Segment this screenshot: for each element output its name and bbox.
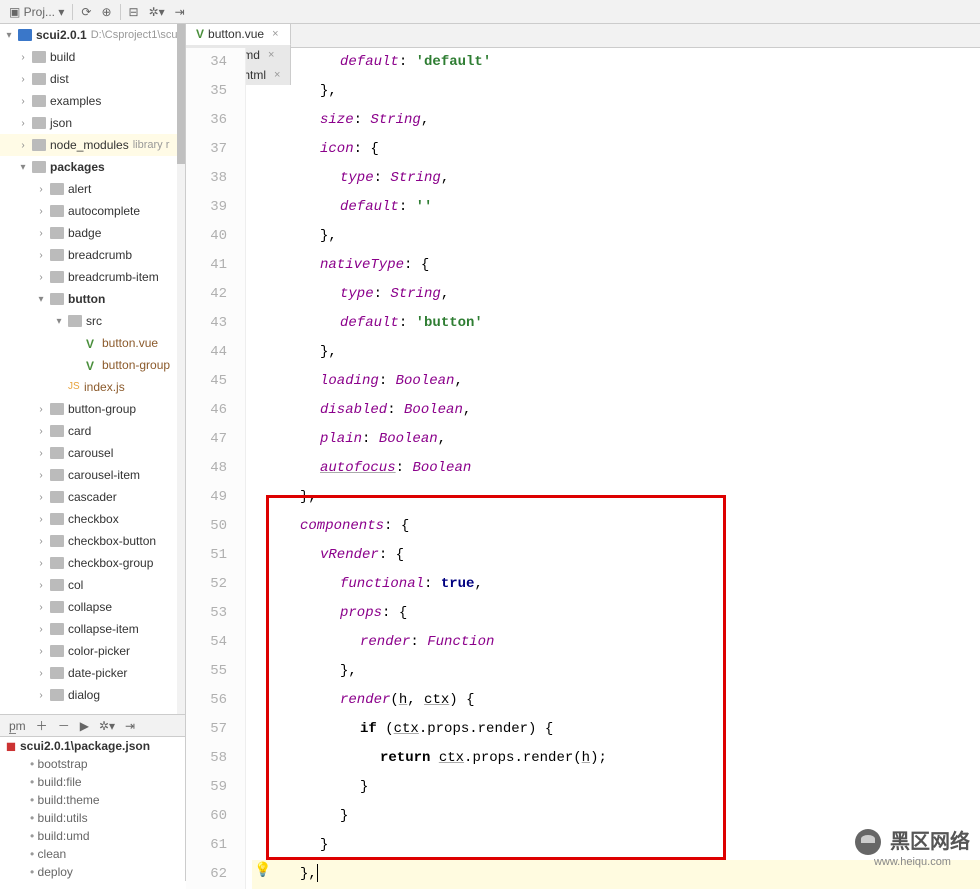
code-line-52[interactable]: functional: true, — [252, 570, 980, 599]
tree-scrollbar[interactable] — [177, 24, 185, 714]
tree-button-src[interactable]: ▾ src — [0, 310, 185, 332]
npm-settings-icon[interactable]: ✲▾ — [94, 717, 120, 735]
code-editor[interactable]: 3435363738394041424344454647484950515253… — [186, 48, 980, 889]
left-panel: ▾ scui2.0.1 D:\Csproject1\scu ›build›dis… — [0, 24, 186, 881]
tree-folder-collapse[interactable]: ›collapse — [0, 596, 185, 618]
toolbar-hide-icon[interactable]: ⇥ — [170, 3, 190, 21]
project-tree[interactable]: ▾ scui2.0.1 D:\Csproject1\scu ›build›dis… — [0, 24, 185, 714]
tree-folder-alert[interactable]: ›alert — [0, 178, 185, 200]
tree-folder-json[interactable]: ›json — [0, 112, 185, 134]
code-line-57[interactable]: if (ctx.props.render) { — [252, 715, 980, 744]
code-area[interactable]: default: 'default'},size: String,icon: {… — [246, 48, 980, 889]
tree-folder-carousel-item[interactable]: ›carousel-item — [0, 464, 185, 486]
tree-file-index-js[interactable]: JS index.js — [0, 376, 185, 398]
code-line-41[interactable]: nativeType: { — [252, 251, 980, 280]
code-line-55[interactable]: }, — [252, 657, 980, 686]
npm-panel: p̲m ＋ － ▶ ✲▾ ⇥ ◼ scui2.0.1\package.json … — [0, 714, 185, 881]
tree-file-button-group-vue[interactable]: V button-group — [0, 354, 185, 376]
code-line-59[interactable]: } — [252, 773, 980, 802]
toolbar-project-dropdown[interactable]: ▣ Proj... ▾ — [4, 3, 69, 21]
tree-folder-card[interactable]: ›card — [0, 420, 185, 442]
tree-folder-date-picker[interactable]: ›date-picker — [0, 662, 185, 684]
top-toolbar: ▣ Proj... ▾ ⟳ ⊕ ⊟ ✲▾ ⇥ — [0, 0, 980, 24]
code-line-61[interactable]: } — [252, 831, 980, 860]
npm-hide-icon[interactable]: ⇥ — [120, 717, 140, 735]
npm-package-json[interactable]: ◼ scui2.0.1\package.json — [0, 737, 185, 755]
npm-script-clean[interactable]: clean — [0, 845, 185, 863]
tree-button[interactable]: ▾ button — [0, 288, 185, 310]
tree-folder-badge[interactable]: ›badge — [0, 222, 185, 244]
npm-script-bootstrap[interactable]: bootstrap — [0, 755, 185, 773]
code-line-48[interactable]: autofocus: Boolean — [252, 454, 980, 483]
code-line-56[interactable]: render(h, ctx) { — [252, 686, 980, 715]
code-line-43[interactable]: default: 'button' — [252, 309, 980, 338]
npm-add-icon[interactable]: ＋ — [31, 715, 53, 736]
code-line-47[interactable]: plain: Boolean, — [252, 425, 980, 454]
npm-remove-icon[interactable]: － — [53, 715, 75, 736]
code-line-37[interactable]: icon: { — [252, 135, 980, 164]
tree-folder-dist[interactable]: ›dist — [0, 68, 185, 90]
code-line-44[interactable]: }, — [252, 338, 980, 367]
close-icon[interactable]: × — [272, 28, 278, 40]
tree-folder-col[interactable]: ›col — [0, 574, 185, 596]
code-line-49[interactable]: }, — [252, 483, 980, 512]
tree-packages[interactable]: ▾ packages — [0, 156, 185, 178]
code-line-36[interactable]: size: String, — [252, 106, 980, 135]
code-line-62[interactable]: }, — [252, 860, 980, 889]
code-line-38[interactable]: type: String, — [252, 164, 980, 193]
npm-script-build:theme[interactable]: build:theme — [0, 791, 185, 809]
tree-folder-dialog[interactable]: ›dialog — [0, 684, 185, 706]
tree-folder-breadcrumb-item[interactable]: ›breadcrumb-item — [0, 266, 185, 288]
npm-run-icon[interactable]: ▶ — [75, 717, 94, 735]
gutter: 3435363738394041424344454647484950515253… — [186, 48, 246, 889]
tree-folder-breadcrumb[interactable]: ›breadcrumb — [0, 244, 185, 266]
npm-script-build:umd[interactable]: build:umd — [0, 827, 185, 845]
tree-folder-button-group[interactable]: ›button-group — [0, 398, 185, 420]
code-line-54[interactable]: render: Function — [252, 628, 980, 657]
tree-root[interactable]: ▾ scui2.0.1 D:\Csproject1\scu — [0, 24, 185, 46]
npm-script-deploy[interactable]: deploy — [0, 863, 185, 881]
intention-bulb-icon[interactable]: 💡 — [254, 861, 271, 878]
code-line-60[interactable]: } — [252, 802, 980, 831]
npm-script-build:file[interactable]: build:file — [0, 773, 185, 791]
toolbar-collapse-icon[interactable]: ⊟ — [124, 3, 144, 21]
code-line-34[interactable]: default: 'default' — [252, 48, 980, 77]
code-line-42[interactable]: type: String, — [252, 280, 980, 309]
code-line-35[interactable]: }, — [252, 77, 980, 106]
tree-folder-build[interactable]: ›build — [0, 46, 185, 68]
toolbar-settings-icon[interactable]: ✲▾ — [144, 3, 170, 21]
code-line-40[interactable]: }, — [252, 222, 980, 251]
tree-file-button-vue[interactable]: V button.vue — [0, 332, 185, 354]
code-line-45[interactable]: loading: Boolean, — [252, 367, 980, 396]
toolbar-target-icon[interactable]: ⊕ — [96, 3, 116, 21]
tree-folder-cascader[interactable]: ›cascader — [0, 486, 185, 508]
tree-folder-carousel[interactable]: ›carousel — [0, 442, 185, 464]
npm-toolbar: p̲m ＋ － ▶ ✲▾ ⇥ — [0, 715, 185, 737]
code-line-39[interactable]: default: '' — [252, 193, 980, 222]
editor-tabs: Vbutton.vue×▮button.md×▦index.html× — [186, 24, 980, 48]
code-line-50[interactable]: components: { — [252, 512, 980, 541]
code-line-53[interactable]: props: { — [252, 599, 980, 628]
tree-folder-color-picker[interactable]: ›color-picker — [0, 640, 185, 662]
tree-folder-collapse-item[interactable]: ›collapse-item — [0, 618, 185, 640]
tab-button.vue[interactable]: Vbutton.vue× — [186, 24, 291, 46]
code-line-58[interactable]: return ctx.props.render(h); — [252, 744, 980, 773]
code-line-46[interactable]: disabled: Boolean, — [252, 396, 980, 425]
tree-folder-checkbox[interactable]: ›checkbox — [0, 508, 185, 530]
toolbar-sync-icon[interactable]: ⟳ — [76, 3, 96, 21]
tree-node-modules[interactable]: › node_modules library r — [0, 134, 185, 156]
npm-tab-label[interactable]: p̲m — [4, 717, 31, 735]
tree-folder-checkbox-button[interactable]: ›checkbox-button — [0, 530, 185, 552]
tree-folder-autocomplete[interactable]: ›autocomplete — [0, 200, 185, 222]
npm-script-build:utils[interactable]: build:utils — [0, 809, 185, 827]
code-line-51[interactable]: vRender: { — [252, 541, 980, 570]
tree-folder-examples[interactable]: ›examples — [0, 90, 185, 112]
tree-folder-checkbox-group[interactable]: ›checkbox-group — [0, 552, 185, 574]
